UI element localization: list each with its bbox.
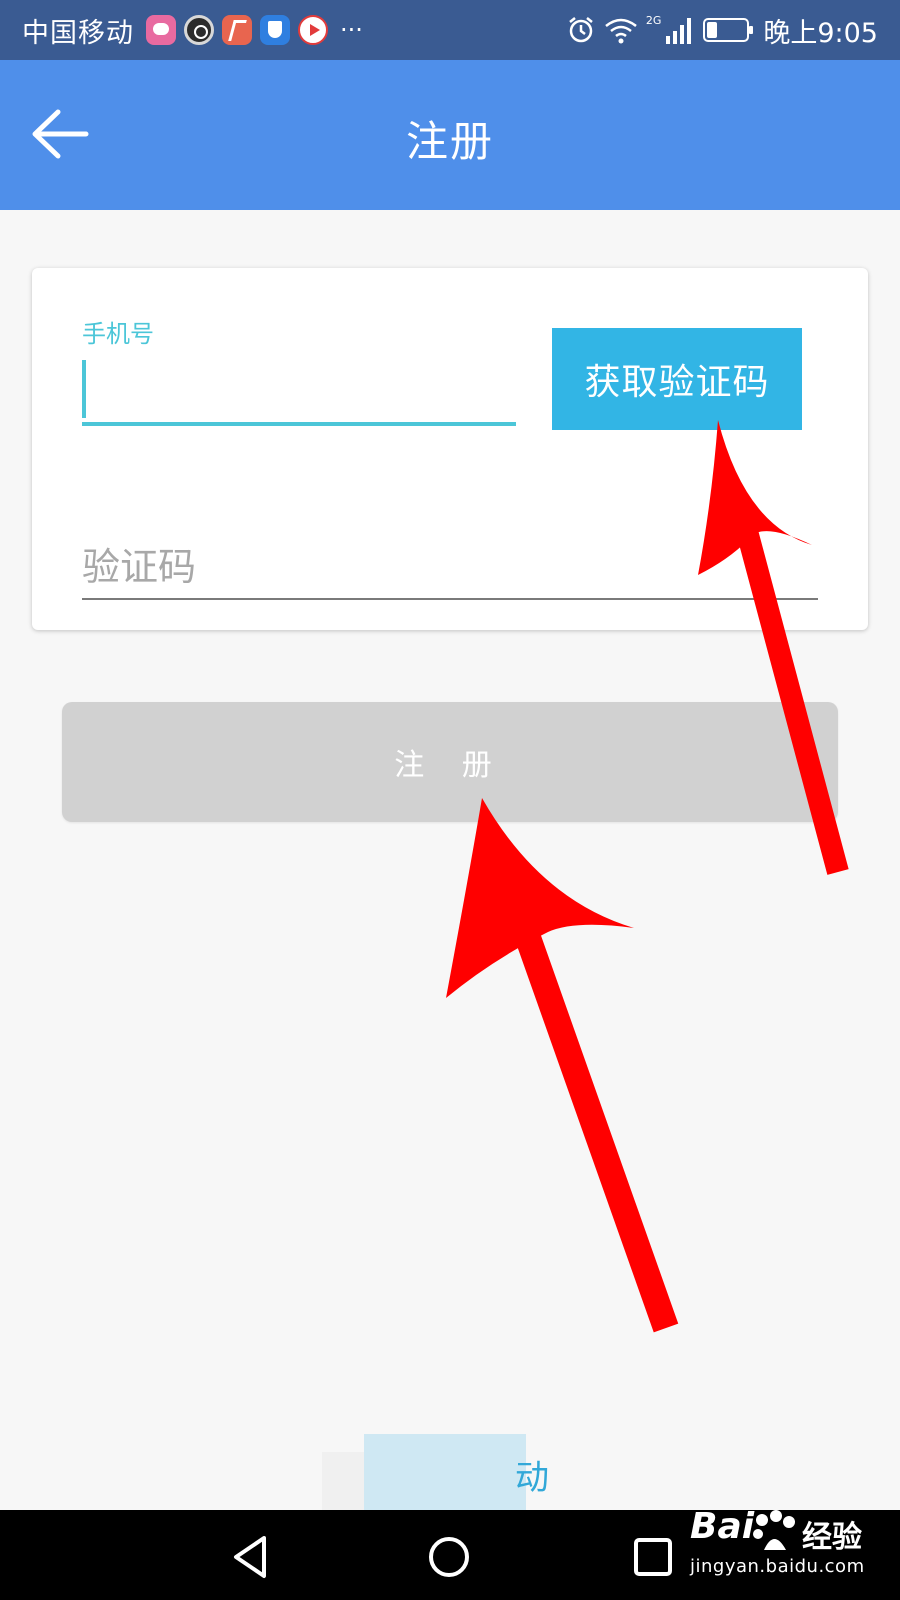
page-title: 注册 <box>405 117 494 166</box>
watermark-logo: Bai <box>690 1506 755 1547</box>
app-notification-icon <box>146 15 176 45</box>
phone-field[interactable] <box>82 360 516 426</box>
video-play-icon <box>298 15 328 45</box>
battery-icon <box>703 18 754 42</box>
arrow-to-register <box>446 798 679 1333</box>
home-circle-icon[interactable] <box>424 1532 474 1582</box>
text-cursor <box>82 360 86 418</box>
status-right: 2G 晚上9:05 <box>566 11 878 50</box>
carrier-name: 中国移动 <box>22 17 134 49</box>
get-code-button[interactable]: 获取验证码 <box>552 328 802 430</box>
register-form-card: 手机号 获取验证码 <box>32 268 868 630</box>
status-time: 晚上9:05 <box>763 17 878 49</box>
phone-input[interactable] <box>82 360 516 422</box>
status-bar: 中国移动 ··· 2G 晚上9:05 <box>0 0 900 60</box>
camera-icon <box>184 15 214 45</box>
sports-app-icon <box>222 15 252 45</box>
phone-label: 手机号 <box>82 320 154 348</box>
bottom-link-overlay-left <box>322 1452 364 1510</box>
register-button[interactable]: 注 册 <box>62 702 838 822</box>
shield-icon <box>260 15 290 45</box>
recent-square-icon[interactable] <box>628 1532 678 1582</box>
watermark-url: jingyan.baidu.com <box>690 1556 865 1577</box>
bottom-link[interactable]: 动 <box>515 1450 549 1499</box>
wifi-icon <box>605 18 637 44</box>
network-type-label: 2G <box>645 13 662 27</box>
alarm-icon <box>569 17 593 43</box>
overflow-dots: ··· <box>340 16 363 44</box>
verification-code-input[interactable] <box>82 536 818 598</box>
signal-icon <box>666 18 692 44</box>
back-triangle-icon[interactable] <box>226 1532 276 1582</box>
watermark-suffix: 经验 <box>802 1520 862 1555</box>
bottom-link-overlay <box>364 1434 526 1510</box>
app-bar: 注册 <box>0 60 900 210</box>
baidu-jingyan-watermark: Bai 经验 jingyan.baidu.com <box>690 1506 890 1586</box>
verification-code-field[interactable] <box>82 536 818 600</box>
paw-icon <box>753 1510 795 1550</box>
status-left: 中国移动 ··· <box>22 11 363 50</box>
